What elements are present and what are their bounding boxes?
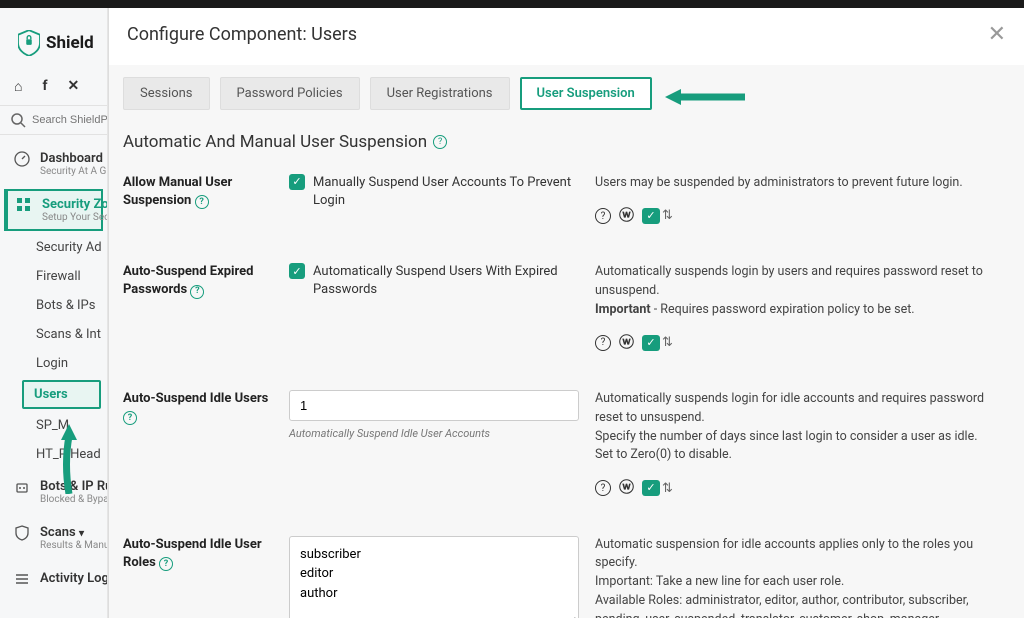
- gauge-icon: [14, 151, 30, 167]
- social-icons: ⌂ f ✕: [0, 70, 107, 105]
- search-row[interactable]: [0, 105, 107, 135]
- label-expired: Auto-Suspend Expired Passwords ?: [123, 263, 273, 299]
- textarea-idle-roles[interactable]: [289, 536, 579, 618]
- modal-title: Configure Component: Users: [127, 24, 357, 45]
- checkbox-checked-icon: ✓: [289, 174, 305, 190]
- checkbox-manual[interactable]: ✓Manually Suspend User Accounts To Preve…: [289, 174, 579, 210]
- sidebar-sub-login[interactable]: Login: [0, 349, 107, 378]
- brand-name: Shield: [46, 33, 94, 53]
- input-idle-days[interactable]: [289, 390, 579, 421]
- tab-password-policies[interactable]: Password Policies: [220, 77, 360, 110]
- grid-icon: [16, 197, 32, 213]
- robot-icon: [14, 479, 30, 495]
- sidebar-sub-http-headers[interactable]: HT_P Head: [0, 440, 107, 469]
- label-manual: Allow Manual User Suspension ?: [123, 174, 273, 210]
- annotation-arrow-icon: [665, 87, 745, 107]
- list-icon: [14, 571, 30, 587]
- help-circle-icon[interactable]: ?: [595, 335, 611, 351]
- help-icon[interactable]: ?: [159, 557, 173, 571]
- sidebar-sub-firewall[interactable]: Firewall: [0, 262, 107, 291]
- checkbox-expired[interactable]: ✓Automatically Suspend Users With Expire…: [289, 263, 579, 299]
- desc-roles-1: Automatic suspension for idle accounts a…: [595, 536, 1010, 574]
- help-circle-icon[interactable]: ?: [595, 480, 611, 496]
- row-idle-users: Auto-Suspend Idle Users ? Automatically …: [123, 390, 1010, 500]
- wordpress-icon[interactable]: ⓦ: [619, 477, 634, 500]
- shield-icon: [18, 30, 40, 56]
- shield-outline-icon: [14, 525, 30, 541]
- tabs: Sessions Password Policies User Registra…: [123, 77, 1010, 110]
- x-icon[interactable]: ✕: [67, 78, 79, 95]
- help-icon[interactable]: ?: [195, 195, 209, 209]
- sidebar-sub-bots-ips[interactable]: Bots & IPs: [0, 291, 107, 320]
- sidebar-sub-spam[interactable]: SP_M: [0, 411, 107, 440]
- desc-manual: Users may be suspended by administrators…: [595, 174, 1010, 193]
- desc-roles-2: Important: Take a new line for each user…: [595, 573, 1010, 592]
- row-expired-passwords: Auto-Suspend Expired Passwords ? ✓Automa…: [123, 263, 1010, 354]
- wordpress-icon[interactable]: ⓦ: [619, 332, 634, 355]
- home-icon[interactable]: ⌂: [14, 78, 22, 95]
- sidebar-sub-security-admin[interactable]: Security Ad: [0, 233, 107, 262]
- sidebar-sub-users[interactable]: Users: [22, 380, 101, 409]
- facebook-icon[interactable]: f: [42, 78, 47, 95]
- help-icon[interactable]: ?: [123, 411, 137, 425]
- desc-expired-2: Important - Requires password expiration…: [595, 301, 1010, 320]
- toggle-switch[interactable]: ✓⇅: [642, 333, 673, 353]
- help-circle-icon[interactable]: ?: [595, 208, 611, 224]
- section-title: Automatic And Manual User Suspension ?: [123, 132, 1010, 152]
- sidebar-item-dashboard[interactable]: DashboardSecurity At A Glan: [0, 141, 107, 187]
- search-input[interactable]: [32, 114, 108, 126]
- close-icon[interactable]: ✕: [988, 22, 1006, 47]
- row-manual-suspension: Allow Manual User Suspension ? ✓Manually…: [123, 174, 1010, 227]
- sidebar-sub-scans-int[interactable]: Scans & Int: [0, 320, 107, 349]
- sidebar-item-scans[interactable]: Scans ▴Results & Manual: [0, 515, 107, 561]
- checkbox-checked-icon: ✓: [289, 263, 305, 279]
- row-idle-roles: Auto-Suspend Idle User Roles ? ⋰ Apply A…: [123, 536, 1010, 618]
- config-modal: Configure Component: Users ✕ Sessions Pa…: [108, 8, 1024, 618]
- sidebar-item-bots-rules[interactable]: Bots & IP RuBlocked & Bypass: [0, 469, 107, 515]
- desc-idle-1: Automatically suspends login for idle ac…: [595, 390, 1010, 428]
- desc-idle-3: Set to Zero(0) to disable.: [595, 446, 1010, 465]
- sidebar: Shield ⌂ f ✕ DashboardSecurity At A Glan…: [0, 8, 108, 618]
- help-icon[interactable]: ?: [190, 285, 204, 299]
- desc-expired-1: Automatically suspends login by users an…: [595, 263, 1010, 301]
- toggle-switch[interactable]: ✓⇅: [642, 479, 673, 499]
- desc-roles-3: Available Roles: administrator, editor, …: [595, 592, 1010, 618]
- sidebar-item-activity-logs[interactable]: Activity Logs: [0, 561, 107, 597]
- tab-sessions[interactable]: Sessions: [123, 77, 210, 110]
- sidebar-item-security-zones[interactable]: Security ZoSetup Your Securi: [4, 189, 103, 231]
- tab-user-suspension[interactable]: User Suspension: [520, 77, 652, 110]
- label-idle-roles: Auto-Suspend Idle User Roles ?: [123, 536, 273, 572]
- desc-idle-2: Specify the number of days since last lo…: [595, 428, 1010, 447]
- help-icon[interactable]: ?: [433, 135, 447, 149]
- tab-user-registrations[interactable]: User Registrations: [370, 77, 510, 110]
- hint-idle-users: Automatically Suspend Idle User Accounts: [289, 427, 579, 440]
- label-idle-users: Auto-Suspend Idle Users ?: [123, 390, 273, 426]
- toggle-switch[interactable]: ✓⇅: [642, 206, 673, 226]
- brand-logo: Shield: [0, 8, 107, 70]
- search-icon: [10, 112, 26, 128]
- wordpress-icon[interactable]: ⓦ: [619, 205, 634, 228]
